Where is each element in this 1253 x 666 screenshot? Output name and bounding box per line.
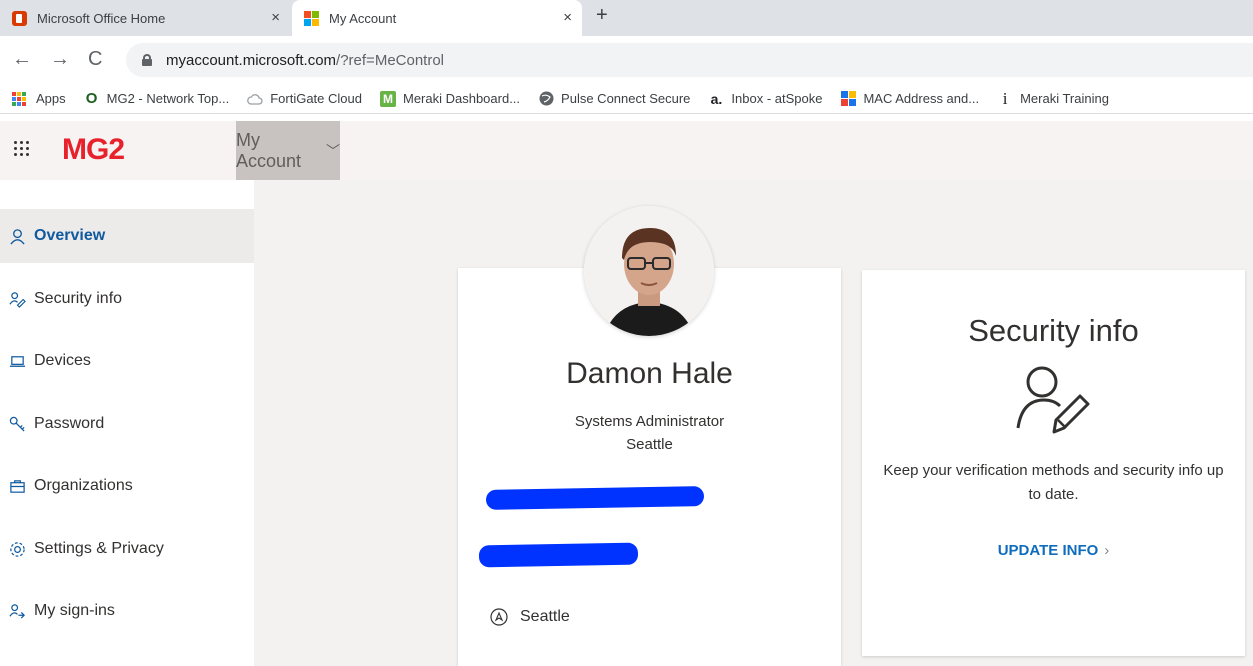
briefcase-icon	[8, 477, 26, 495]
url-host: myaccount.microsoft.com	[166, 51, 337, 69]
security-info-description: Keep your verification methods and secur…	[883, 462, 1224, 503]
bookmark-meraki-dashboard[interactable]: M Meraki Dashboard...	[379, 90, 521, 107]
bookmark-label: Meraki Dashboard...	[402, 91, 521, 106]
cloud-icon	[247, 91, 263, 107]
update-info-label: UPDATE INFO	[997, 542, 1099, 559]
close-tab-icon[interactable]: ×	[563, 9, 572, 26]
location-icon	[490, 608, 508, 626]
redaction-mark	[478, 542, 639, 568]
app-launcher-icon[interactable]	[14, 141, 29, 156]
bookmark-label: Meraki Training	[1020, 91, 1109, 106]
sidebar-item-label: Devices	[34, 352, 91, 369]
microsoft-logo-icon	[304, 10, 319, 26]
bookmark-label: Apps	[36, 91, 66, 106]
reload-icon[interactable]: C	[88, 48, 102, 71]
browser-tab-strip: Microsoft Office Home × My Account × +	[0, 0, 1253, 37]
app-header: MG2 My Account ﹀	[0, 121, 1253, 180]
globe-icon	[538, 91, 554, 107]
avatar[interactable]	[584, 206, 714, 336]
office-icon	[12, 10, 27, 26]
gear-icon	[8, 540, 26, 558]
bookmark-label: FortiGate Cloud	[270, 91, 362, 106]
section-title: My Account	[236, 129, 302, 171]
lock-icon[interactable]	[142, 54, 152, 66]
apps-grid-icon	[12, 91, 28, 106]
location-row: Seattle	[490, 608, 570, 626]
address-bar[interactable]: myaccount.microsoft.com/?ref=MeControl	[126, 43, 1253, 77]
circle-icon: O	[85, 90, 98, 107]
chevron-right-icon: ›	[1104, 542, 1110, 559]
sidebar-item-label: My sign-ins	[34, 602, 115, 619]
back-arrow-icon[interactable]: ←	[12, 48, 32, 71]
sidebar-item-password[interactable]: Password	[0, 397, 254, 451]
bookmark-apps[interactable]: Apps	[12, 91, 66, 106]
sidebar-item-organizations[interactable]: Organizations	[0, 459, 254, 513]
redaction-mark	[485, 486, 705, 510]
my-account-menu[interactable]: My Account ﹀	[236, 121, 340, 180]
key-icon	[8, 415, 26, 433]
security-info-icon	[1016, 366, 1090, 434]
chevron-down-icon: ﹀	[326, 142, 340, 159]
profile-city: Seattle	[626, 436, 673, 453]
bookmark-pulse-secure[interactable]: Pulse Connect Secure	[538, 91, 690, 107]
company-logo[interactable]: MG2	[62, 133, 125, 167]
bookmark-mac-address[interactable]: MAC Address and...	[840, 91, 979, 107]
bookmark-label: MG2 - Network Top...	[106, 91, 230, 106]
sidebar-item-label: Password	[34, 415, 105, 432]
bookmark-label: MAC Address and...	[863, 91, 980, 106]
close-tab-icon[interactable]: ×	[271, 9, 280, 26]
update-info-link[interactable]: UPDATE INFO ›	[862, 542, 1245, 559]
bookmark-meraki-training[interactable]: i Meraki Training	[997, 88, 1109, 108]
bookmark-label: Inbox - atSpoke	[731, 91, 823, 106]
bookmark-label: Pulse Connect Secure	[561, 91, 691, 106]
person-icon	[8, 227, 26, 245]
meraki-icon: M	[379, 90, 396, 107]
sidebar-item-label: Organizations	[34, 477, 133, 494]
tab-title: My Account	[329, 10, 397, 26]
mac-lookup-icon	[840, 91, 856, 107]
profile-name: Damon Hale	[566, 357, 733, 390]
tab-microsoft-office-home[interactable]: Microsoft Office Home ×	[0, 0, 290, 36]
new-tab-button[interactable]: +	[596, 4, 608, 27]
bookmarks-bar: Apps O MG2 - Network Top... FortiGate Cl…	[0, 84, 1253, 114]
bookmark-atspoke[interactable]: a. Inbox - atSpoke	[708, 90, 823, 107]
sidebar-item-overview[interactable]: Overview	[0, 209, 254, 263]
sidebar-item-label: Security info	[34, 290, 123, 307]
profile-photo	[584, 206, 714, 336]
location-text: Seattle	[520, 608, 570, 625]
security-key-icon	[8, 290, 26, 308]
url-path: /?ref=MeControl	[336, 51, 445, 69]
tab-title: Microsoft Office Home	[37, 10, 166, 26]
sidebar-item-my-sign-ins[interactable]: My sign-ins	[0, 584, 254, 638]
security-info-title: Security info	[968, 313, 1139, 348]
bookmark-fortigate[interactable]: FortiGate Cloud	[247, 91, 362, 107]
forward-arrow-icon[interactable]: →	[50, 48, 70, 71]
sidebar-item-settings-privacy[interactable]: Settings & Privacy	[0, 522, 254, 576]
profile-job-title: Systems Administrator	[574, 413, 725, 430]
sidebar-item-security-info[interactable]: Security info	[0, 272, 254, 326]
signins-icon	[8, 602, 26, 620]
tab-my-account[interactable]: My Account ×	[292, 0, 582, 37]
info-icon: i	[1002, 88, 1008, 108]
browser-toolbar: ← → C myaccount.microsoft.com/?ref=MeCon…	[0, 38, 1253, 82]
atspoke-icon: a.	[710, 90, 723, 107]
bookmark-mg2-network[interactable]: O MG2 - Network Top...	[84, 90, 230, 107]
sidebar-item-label: Overview	[34, 227, 106, 244]
sidebar-item-label: Settings & Privacy	[34, 540, 164, 557]
sidebar-nav: Overview Security info Devices Password …	[0, 180, 254, 666]
sidebar-item-devices[interactable]: Devices	[0, 334, 254, 388]
laptop-icon	[8, 352, 26, 370]
